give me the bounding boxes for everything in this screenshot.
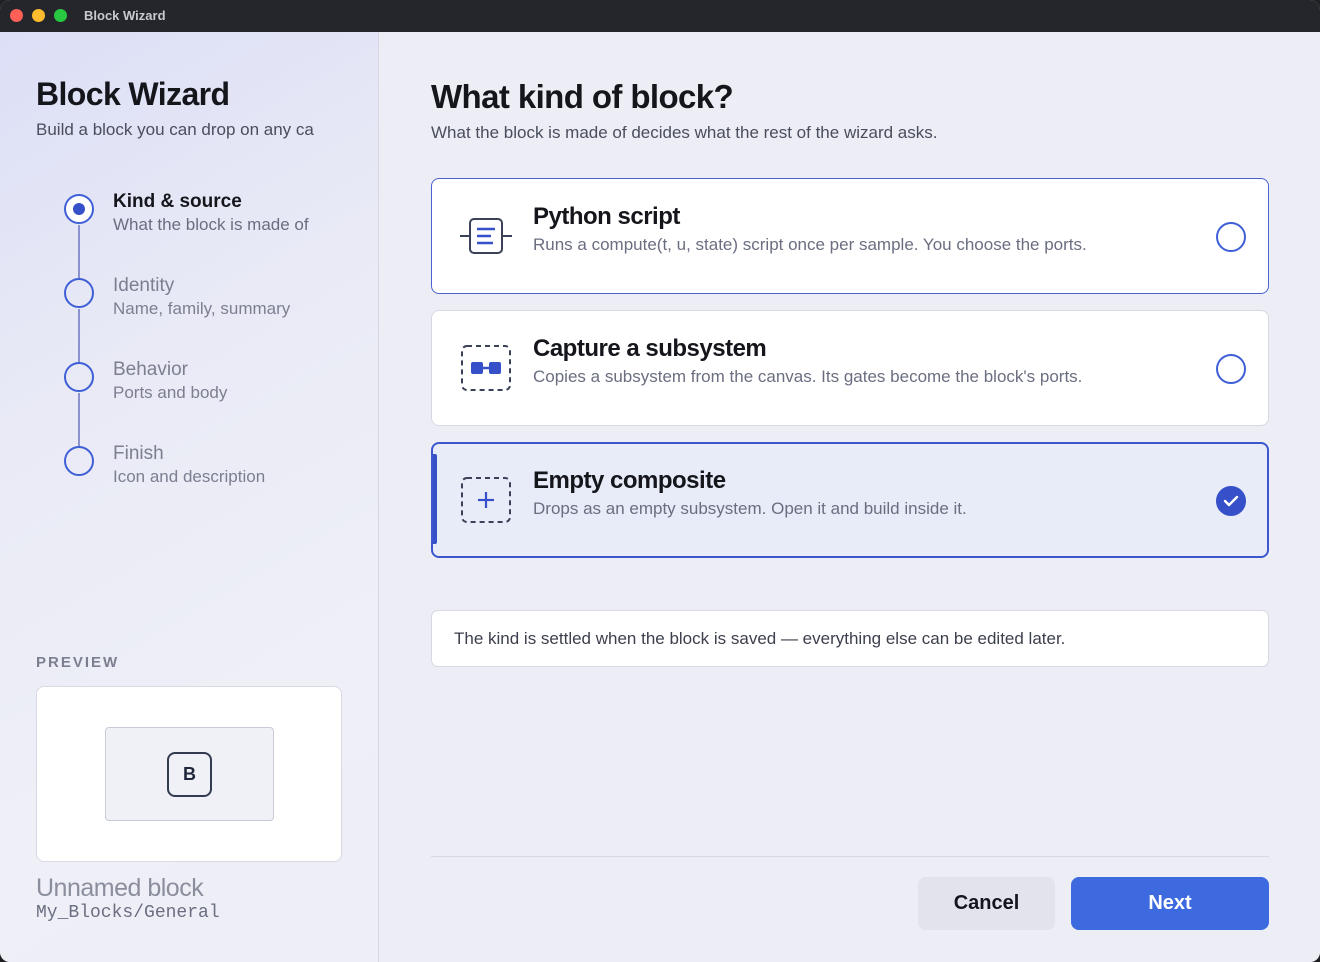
- preview-block-path: My_Blocks/General: [36, 903, 220, 923]
- option-python-script[interactable]: Python script Runs a compute(t, u, state…: [431, 178, 1269, 294]
- title-bar: Block Wizard: [0, 0, 1320, 32]
- info-note: The kind is settled when the block is sa…: [431, 610, 1269, 667]
- step-connector: [78, 393, 80, 447]
- next-button[interactable]: Next: [1071, 877, 1269, 930]
- window-title: Block Wizard: [84, 8, 166, 23]
- step-indicator-finish[interactable]: [64, 446, 94, 476]
- composite-plus-icon: [458, 475, 514, 525]
- page-title: What kind of block?: [431, 78, 734, 115]
- sidebar-title: Block Wizard: [36, 76, 230, 112]
- step-connector: [78, 309, 80, 363]
- sidebar-subtitle: Build a block you can drop on any ca: [36, 120, 314, 139]
- maximize-window-button[interactable]: [54, 9, 67, 22]
- option-radio[interactable]: [1216, 354, 1246, 384]
- step-indicator-behavior[interactable]: [64, 362, 94, 392]
- wizard-sidebar: Block Wizard Build a block you can drop …: [0, 32, 379, 962]
- step-label-behavior[interactable]: Behavior: [113, 359, 188, 381]
- step-label-identity[interactable]: Identity: [113, 275, 174, 297]
- option-radio-checked[interactable]: [1216, 486, 1246, 516]
- script-icon: [458, 211, 514, 261]
- option-title: Capture a subsystem: [533, 335, 767, 362]
- checkmark-icon: [1223, 495, 1239, 507]
- step-indicator-kind[interactable]: [64, 194, 94, 224]
- footer-divider: [431, 856, 1269, 857]
- step-label-finish[interactable]: Finish: [113, 443, 164, 465]
- option-description: Copies a subsystem from the canvas. Its …: [533, 367, 1083, 386]
- subsystem-icon: [458, 343, 514, 393]
- preview-heading: PREVIEW: [36, 654, 120, 671]
- option-description: Runs a compute(t, u, state) script once …: [533, 235, 1087, 254]
- cancel-button[interactable]: Cancel: [918, 877, 1055, 930]
- minimize-window-button[interactable]: [32, 9, 45, 22]
- option-radio[interactable]: [1216, 222, 1246, 252]
- option-title: Python script: [533, 203, 680, 230]
- option-description: Drops as an empty subsystem. Open it and…: [533, 499, 967, 518]
- step-indicator-identity[interactable]: [64, 278, 94, 308]
- option-title: Empty composite: [533, 467, 726, 494]
- wizard-window: Block Wizard Block Wizard Build a block …: [0, 0, 1320, 962]
- page-subtitle: What the block is made of decides what t…: [431, 123, 938, 142]
- option-empty-composite[interactable]: Empty composite Drops as an empty subsys…: [431, 442, 1269, 558]
- step-description-kind: What the block is made of: [113, 215, 309, 234]
- close-window-button[interactable]: [10, 9, 23, 22]
- wizard-main: What kind of block? What the block is ma…: [380, 32, 1320, 962]
- preview-card: B: [36, 686, 342, 862]
- step-label-kind[interactable]: Kind & source: [113, 191, 242, 213]
- option-capture-subsystem[interactable]: Capture a subsystem Copies a subsystem f…: [431, 310, 1269, 426]
- step-description-identity: Name, family, summary: [113, 299, 291, 318]
- preview-block: B: [105, 727, 274, 821]
- preview-block-name: Unnamed block: [36, 874, 204, 902]
- step-description-finish: Icon and description: [113, 467, 266, 486]
- step-connector: [78, 225, 80, 279]
- block-glyph-icon: B: [167, 752, 212, 797]
- step-description-behavior: Ports and body: [113, 383, 228, 402]
